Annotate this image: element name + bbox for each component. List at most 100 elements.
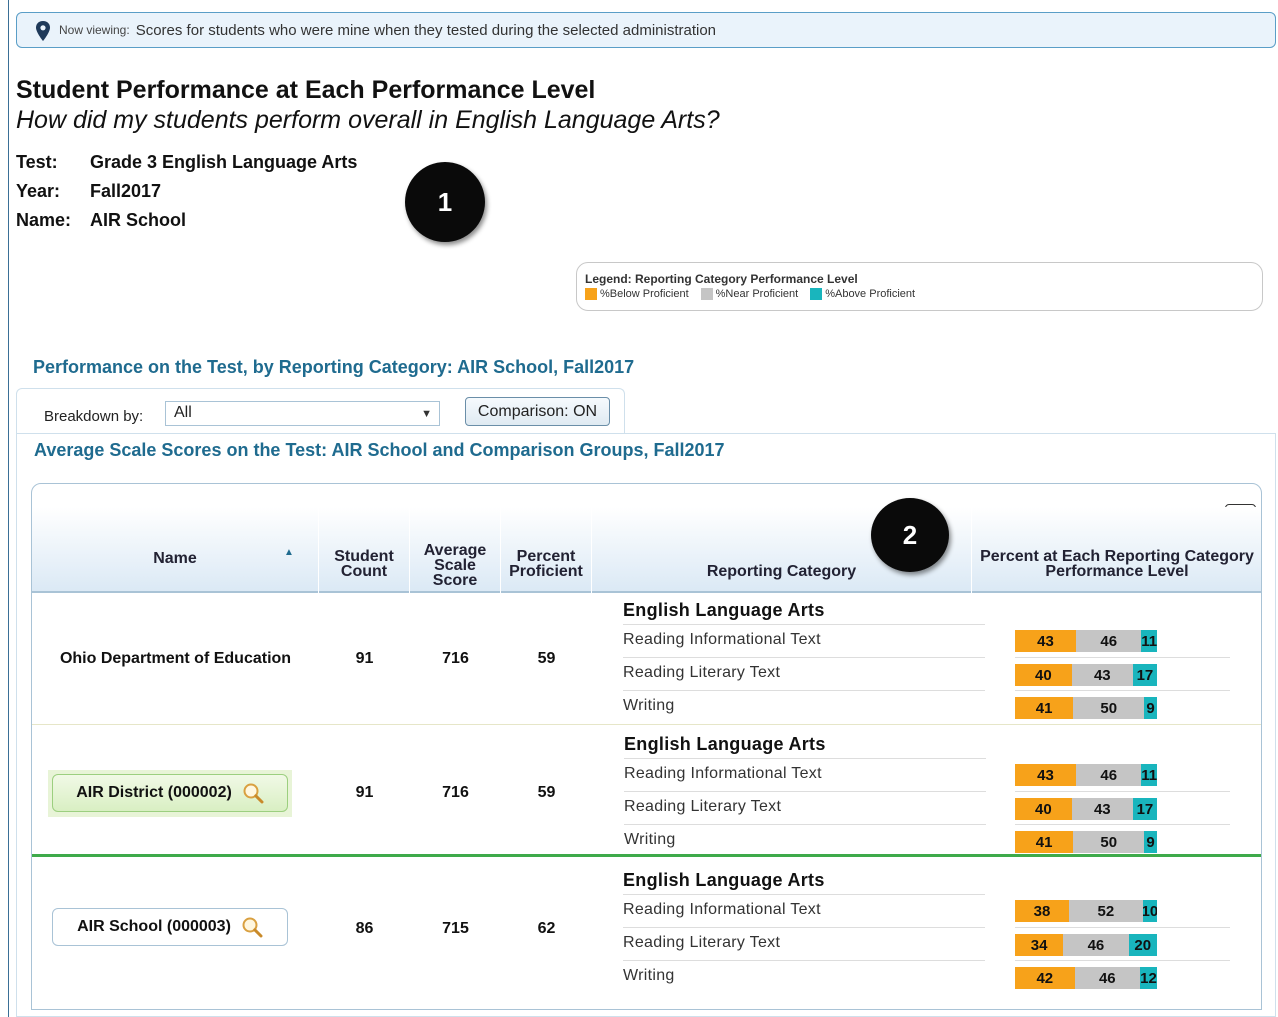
segment-near-proficient: 46 <box>1063 934 1129 956</box>
row-name-button[interactable]: AIR School (000003) <box>52 908 288 946</box>
stacked-bar[interactable]: 43 46 11 <box>1015 764 1230 786</box>
now-viewing-label: Now viewing: <box>59 23 130 37</box>
meta-test: Test: Grade 3 English Language Arts <box>16 152 357 181</box>
meta-key: Name: <box>16 210 72 230</box>
segment-near-proficient: 46 <box>1074 967 1140 989</box>
row-name-button[interactable]: AIR District (000002) <box>52 774 288 812</box>
cell-percent-proficient: 62 <box>537 920 556 937</box>
category-label: Reading Literary Text <box>623 657 985 690</box>
dropdown-arrow-icon: ▼ <box>421 408 432 420</box>
section-title-average-scores: Average Scale Scores on the Test: AIR Sc… <box>34 440 725 460</box>
column-header-performance-level: Percent at Each Reporting Category Perfo… <box>972 507 1261 593</box>
row-name-text: AIR District (000002) <box>76 784 232 801</box>
meta-key: Test: <box>16 152 58 172</box>
cell-student-count: 91 <box>355 650 374 667</box>
column-header-percent-proficient[interactable]: Percent Proficient <box>501 507 592 593</box>
category-label: Reading Informational Text <box>624 758 986 791</box>
column-header-student-count[interactable]: Student Count <box>319 507 410 593</box>
breakdown-label: Breakdown by: <box>44 408 144 425</box>
row-name-text: AIR School (000003) <box>77 918 231 935</box>
meta-value: Fall2017 <box>90 181 162 201</box>
callout-marker-2: 2 <box>871 498 949 572</box>
page-subtitle: How did my students perform overall in E… <box>16 106 720 134</box>
performance-bars: 43 46 11 40 43 17 41 50 9 <box>1015 758 1230 857</box>
segment-below-proficient: 40 <box>1015 664 1072 686</box>
category-label: Writing <box>623 960 985 993</box>
performance-bar-row: 41 50 9 <box>1015 824 1230 857</box>
category-label: Reading Informational Text <box>623 624 985 657</box>
section-title-performance: Performance on the Test, by Reporting Ca… <box>33 357 635 377</box>
comparison-toggle-button[interactable]: Comparison: ON <box>465 397 610 426</box>
column-header-average-scale-score[interactable]: Average Scale Score <box>410 507 501 593</box>
category-label: Reading Informational Text <box>623 894 985 927</box>
category-label: Reading Literary Text <box>623 927 985 960</box>
reporting-category-list: English Language Arts Reading Informatio… <box>623 866 985 993</box>
meta-key: Year: <box>16 181 61 201</box>
legend-label: %Above Proficient <box>825 288 916 300</box>
reporting-category-list: English Language Arts Reading Informatio… <box>623 596 985 723</box>
performance-bar-row: 40 43 17 <box>1015 791 1230 824</box>
table-row: Ohio Department of Education 91 716 59 E… <box>32 594 1261 725</box>
performance-bar-row: 43 46 11 <box>1015 624 1230 657</box>
stacked-bar[interactable]: 34 46 20 <box>1015 934 1230 956</box>
meta-year: Year: Fall2017 <box>16 181 357 210</box>
row-name-text: Ohio Department of Education <box>59 650 292 667</box>
segment-below-proficient: 41 <box>1015 697 1074 719</box>
performance-bar-row: 41 50 9 <box>1015 690 1230 723</box>
meta-value: AIR School <box>90 210 187 230</box>
segment-above-proficient: 20 <box>1128 934 1157 956</box>
meta-value: Grade 3 English Language Arts <box>90 152 358 172</box>
legend-item-near: %Near Proficient <box>700 288 799 300</box>
cell-average-scale-score: 716 <box>442 650 469 667</box>
legend-label: %Below Proficient <box>600 288 689 300</box>
stacked-bar[interactable]: 385210 <box>1015 900 1230 922</box>
performance-bar-row: 43 46 11 <box>1015 758 1230 791</box>
subject-heading: English Language Arts <box>623 600 825 620</box>
segment-below-proficient: 34 <box>1015 934 1064 956</box>
segment-above-proficient: 12 <box>1139 967 1157 989</box>
stacked-bar[interactable]: 43 46 11 <box>1015 630 1230 652</box>
legend: Legend: Reporting Category Performance L… <box>576 262 1263 311</box>
column-header-name[interactable]: Name <box>32 507 319 593</box>
segment-above-proficient: 17 <box>1132 798 1157 820</box>
legend-title: Legend: Reporting Category Performance L… <box>585 272 858 286</box>
magnifier-icon <box>243 783 264 804</box>
subject-heading: English Language Arts <box>623 870 825 890</box>
stacked-bar[interactable]: 42 46 12 <box>1015 967 1230 989</box>
segment-near-proficient: 46 <box>1076 764 1142 786</box>
cell-average-scale-score: 716 <box>442 784 469 801</box>
table-header: Name ▲ Student Count Average Scale Score… <box>32 507 1261 593</box>
category-label: Writing <box>624 824 986 857</box>
stacked-bar[interactable]: 41 50 9 <box>1015 831 1230 853</box>
legend-swatch-above <box>810 288 823 300</box>
stacked-bar[interactable]: 40 43 17 <box>1015 798 1230 820</box>
performance-bar-row: 42 46 12 <box>1015 960 1230 993</box>
cell-average-scale-score: 715 <box>442 920 469 937</box>
segment-below-proficient: 38 <box>1015 900 1069 922</box>
page-title: Student Performance at Each Performance … <box>16 76 596 104</box>
breakdown-select[interactable]: All ▼ <box>165 401 440 426</box>
subject-heading: English Language Arts <box>624 734 826 754</box>
segment-near-proficient: 43 <box>1071 798 1133 820</box>
performance-bar-row: 385210 <box>1015 894 1230 927</box>
magnifier-icon <box>242 917 263 938</box>
sort-ascending-icon[interactable]: ▲ <box>284 547 294 558</box>
results-grid: ☰▲ Name ▲ Student Count Average Scale Sc… <box>31 483 1262 1010</box>
reporting-category-list: English Language Arts Reading Informatio… <box>624 730 986 857</box>
segment-below-proficient: 43 <box>1015 630 1077 652</box>
segment-above-proficient: 10 <box>1142 900 1157 922</box>
stacked-bar[interactable]: 41 50 9 <box>1015 697 1230 719</box>
segment-below-proficient: 42 <box>1015 967 1075 989</box>
cell-percent-proficient: 59 <box>537 784 556 801</box>
segment-above-proficient: 9 <box>1144 831 1157 853</box>
legend-swatch-near <box>700 288 713 300</box>
segment-near-proficient: 50 <box>1073 831 1145 853</box>
stacked-bar[interactable]: 40 43 17 <box>1015 664 1230 686</box>
cell-student-count: 86 <box>355 920 374 937</box>
segment-above-proficient: 11 <box>1141 764 1157 786</box>
meta-name: Name: AIR School <box>16 210 357 239</box>
legend-label: %Near Proficient <box>715 288 799 300</box>
segment-below-proficient: 43 <box>1015 764 1077 786</box>
segment-near-proficient: 50 <box>1073 697 1145 719</box>
performance-bar-row: 34 46 20 <box>1015 927 1230 960</box>
